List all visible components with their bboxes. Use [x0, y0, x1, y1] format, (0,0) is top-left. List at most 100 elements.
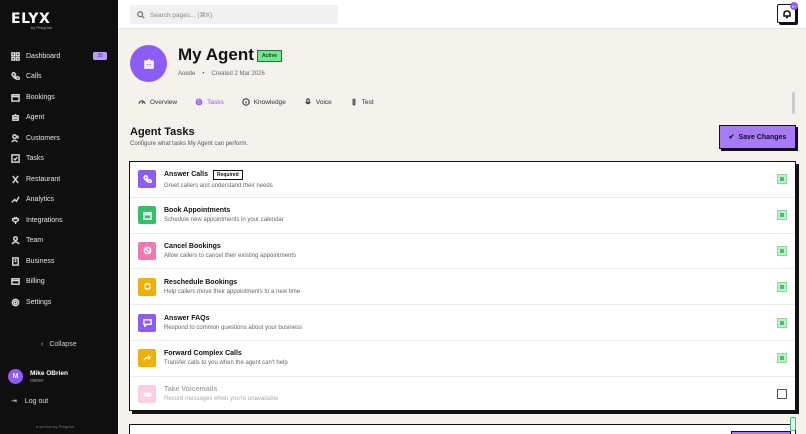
mic-icon — [305, 98, 311, 105]
tabs-scrollbar[interactable] — [792, 92, 795, 114]
avatar: M — [8, 369, 23, 384]
refresh-icon — [138, 277, 156, 296]
chart-icon — [11, 196, 20, 203]
agent-voice: Aoede — [178, 71, 196, 77]
sidebar-item-label: Bookings — [26, 93, 55, 101]
building-icon — [12, 256, 19, 266]
task-desc: Schedule new appointments in your calend… — [164, 217, 284, 224]
users-icon — [11, 133, 19, 143]
footer-note: a service by PregLink — [36, 424, 75, 429]
tab-label: Test — [361, 98, 374, 106]
search-placeholder: Search pages... (⌘K) — [150, 11, 213, 19]
sidebar: ELYX by PregLink Dashboard 35 Calls Book… — [0, 0, 118, 434]
forward-icon — [138, 349, 156, 368]
tab-tasks[interactable]: Tasks — [195, 98, 224, 106]
utensils-icon — [12, 175, 19, 184]
chevron-left-icon: ‹ — [41, 341, 44, 348]
task-toggle[interactable] — [777, 174, 787, 185]
sidebar-item-dashboard[interactable]: Dashboard 35 — [0, 46, 118, 67]
tab-label: Voice — [315, 98, 332, 106]
sidebar-item-label: Team — [26, 237, 44, 245]
list-item: Forward Complex Calls Transfer calls to … — [130, 341, 795, 377]
logo[interactable]: ELYX by PregLink — [11, 11, 52, 30]
grid-icon — [11, 51, 20, 61]
card-icon — [11, 278, 20, 286]
tab-label: Knowledge — [253, 98, 286, 106]
checkbox-icon — [11, 154, 20, 164]
sidebar-item-business[interactable]: Business — [0, 251, 118, 272]
task-desc: Record messages when you're unavailable — [164, 396, 279, 403]
section-title: Agent Tasks — [130, 126, 195, 138]
task-name: Take Voicemails — [164, 386, 218, 394]
sidebar-item-customers[interactable]: Customers — [0, 128, 118, 149]
list-item: Cancel Bookings Allow callers to cancel … — [130, 234, 795, 270]
meta-separator: • — [202, 71, 205, 77]
sidebar-item-integrations[interactable]: Integrations — [0, 210, 118, 231]
sidebar-item-team[interactable]: Team — [0, 231, 118, 252]
task-toggle[interactable] — [777, 353, 787, 364]
agent-tabs: Overview Tasks Knowledge Voice Test — [138, 98, 392, 106]
sidebar-item-label: Business — [26, 257, 55, 265]
sidebar-item-label: Tasks — [26, 155, 44, 163]
message-icon — [138, 313, 156, 332]
sidebar-item-billing[interactable]: Billing — [0, 272, 118, 293]
sidebar-item-calls[interactable]: Calls — [0, 67, 118, 88]
tab-knowledge[interactable]: Knowledge — [241, 98, 286, 106]
sidebar-item-bookings[interactable]: Bookings — [0, 87, 118, 108]
collapse-button[interactable]: ‹ Collapse — [41, 341, 77, 348]
notifications-button[interactable]: 9+ — [777, 2, 798, 23]
phone-icon — [138, 170, 156, 189]
sidebar-item-label: Agent — [26, 114, 45, 122]
task-name: Cancel Bookings — [164, 242, 221, 250]
logout-button[interactable]: ⇥ Log out — [11, 397, 49, 406]
page-title: My Agent — [178, 45, 254, 64]
list-item: Answer FAQs Respond to common questions … — [130, 305, 795, 341]
gear-icon — [195, 98, 203, 106]
sidebar-item-analytics[interactable]: Analytics — [0, 190, 118, 211]
user-name: Mike OBrien — [30, 369, 68, 377]
user-role: owner — [30, 377, 44, 384]
tab-voice[interactable]: Voice — [304, 98, 332, 106]
calendar-icon — [11, 93, 20, 102]
sidebar-item-label: Customers — [26, 134, 60, 142]
agent-created: Created 2 Mar 2026 — [211, 71, 265, 77]
check-icon: ✔ — [728, 134, 735, 141]
notification-count: 9+ — [790, 2, 798, 10]
sidebar-item-settings[interactable]: Settings — [0, 292, 118, 313]
calendar-icon — [138, 206, 156, 225]
task-toggle[interactable] — [777, 389, 787, 400]
collapse-label: Collapse — [49, 341, 77, 348]
list-item: Take Voicemails Record messages when you… — [130, 377, 795, 410]
next-section-card — [129, 424, 796, 434]
search-input[interactable]: Search pages... (⌘K) — [130, 5, 338, 24]
save-button[interactable]: ✔ Save Changes — [719, 125, 796, 149]
agent-meta: Aoede • Created 2 Mar 2026 — [178, 71, 265, 77]
task-toggle[interactable] — [777, 245, 787, 256]
topbar: Search pages... (⌘K) 9+ — [118, 0, 806, 29]
task-toggle[interactable] — [777, 281, 787, 292]
sidebar-item-agent[interactable]: Agent — [0, 108, 118, 129]
task-name: Answer FAQs — [164, 314, 210, 322]
plug-icon — [12, 216, 19, 224]
tab-overview[interactable]: Overview — [138, 98, 177, 106]
sidebar-item-tasks[interactable]: Tasks — [0, 149, 118, 170]
sidebar-item-label: Calls — [26, 73, 42, 81]
tab-test[interactable]: Test — [350, 98, 374, 106]
task-name: Reschedule Bookings — [164, 278, 238, 286]
status-badge: Active — [257, 50, 283, 62]
task-toggle[interactable] — [777, 317, 787, 328]
user-profile[interactable]: M Mike OBrien owner — [8, 369, 68, 384]
logout-label: Log out — [24, 397, 49, 405]
logout-icon: ⇥ — [11, 398, 17, 405]
sidebar-item-restaurant[interactable]: Restaurant — [0, 169, 118, 190]
ban-icon — [138, 241, 156, 260]
search-icon — [137, 10, 145, 19]
page-scroll-handle[interactable] — [790, 417, 796, 431]
task-toggle[interactable] — [777, 210, 787, 221]
task-desc: Help callers move their appointments to … — [164, 288, 301, 295]
phone-icon — [11, 72, 20, 81]
tab-label: Overview — [150, 98, 178, 106]
sidebar-item-label: Restaurant — [26, 175, 61, 183]
tab-label: Tasks — [207, 98, 224, 106]
logo-tagline: by PregLink — [31, 25, 53, 30]
